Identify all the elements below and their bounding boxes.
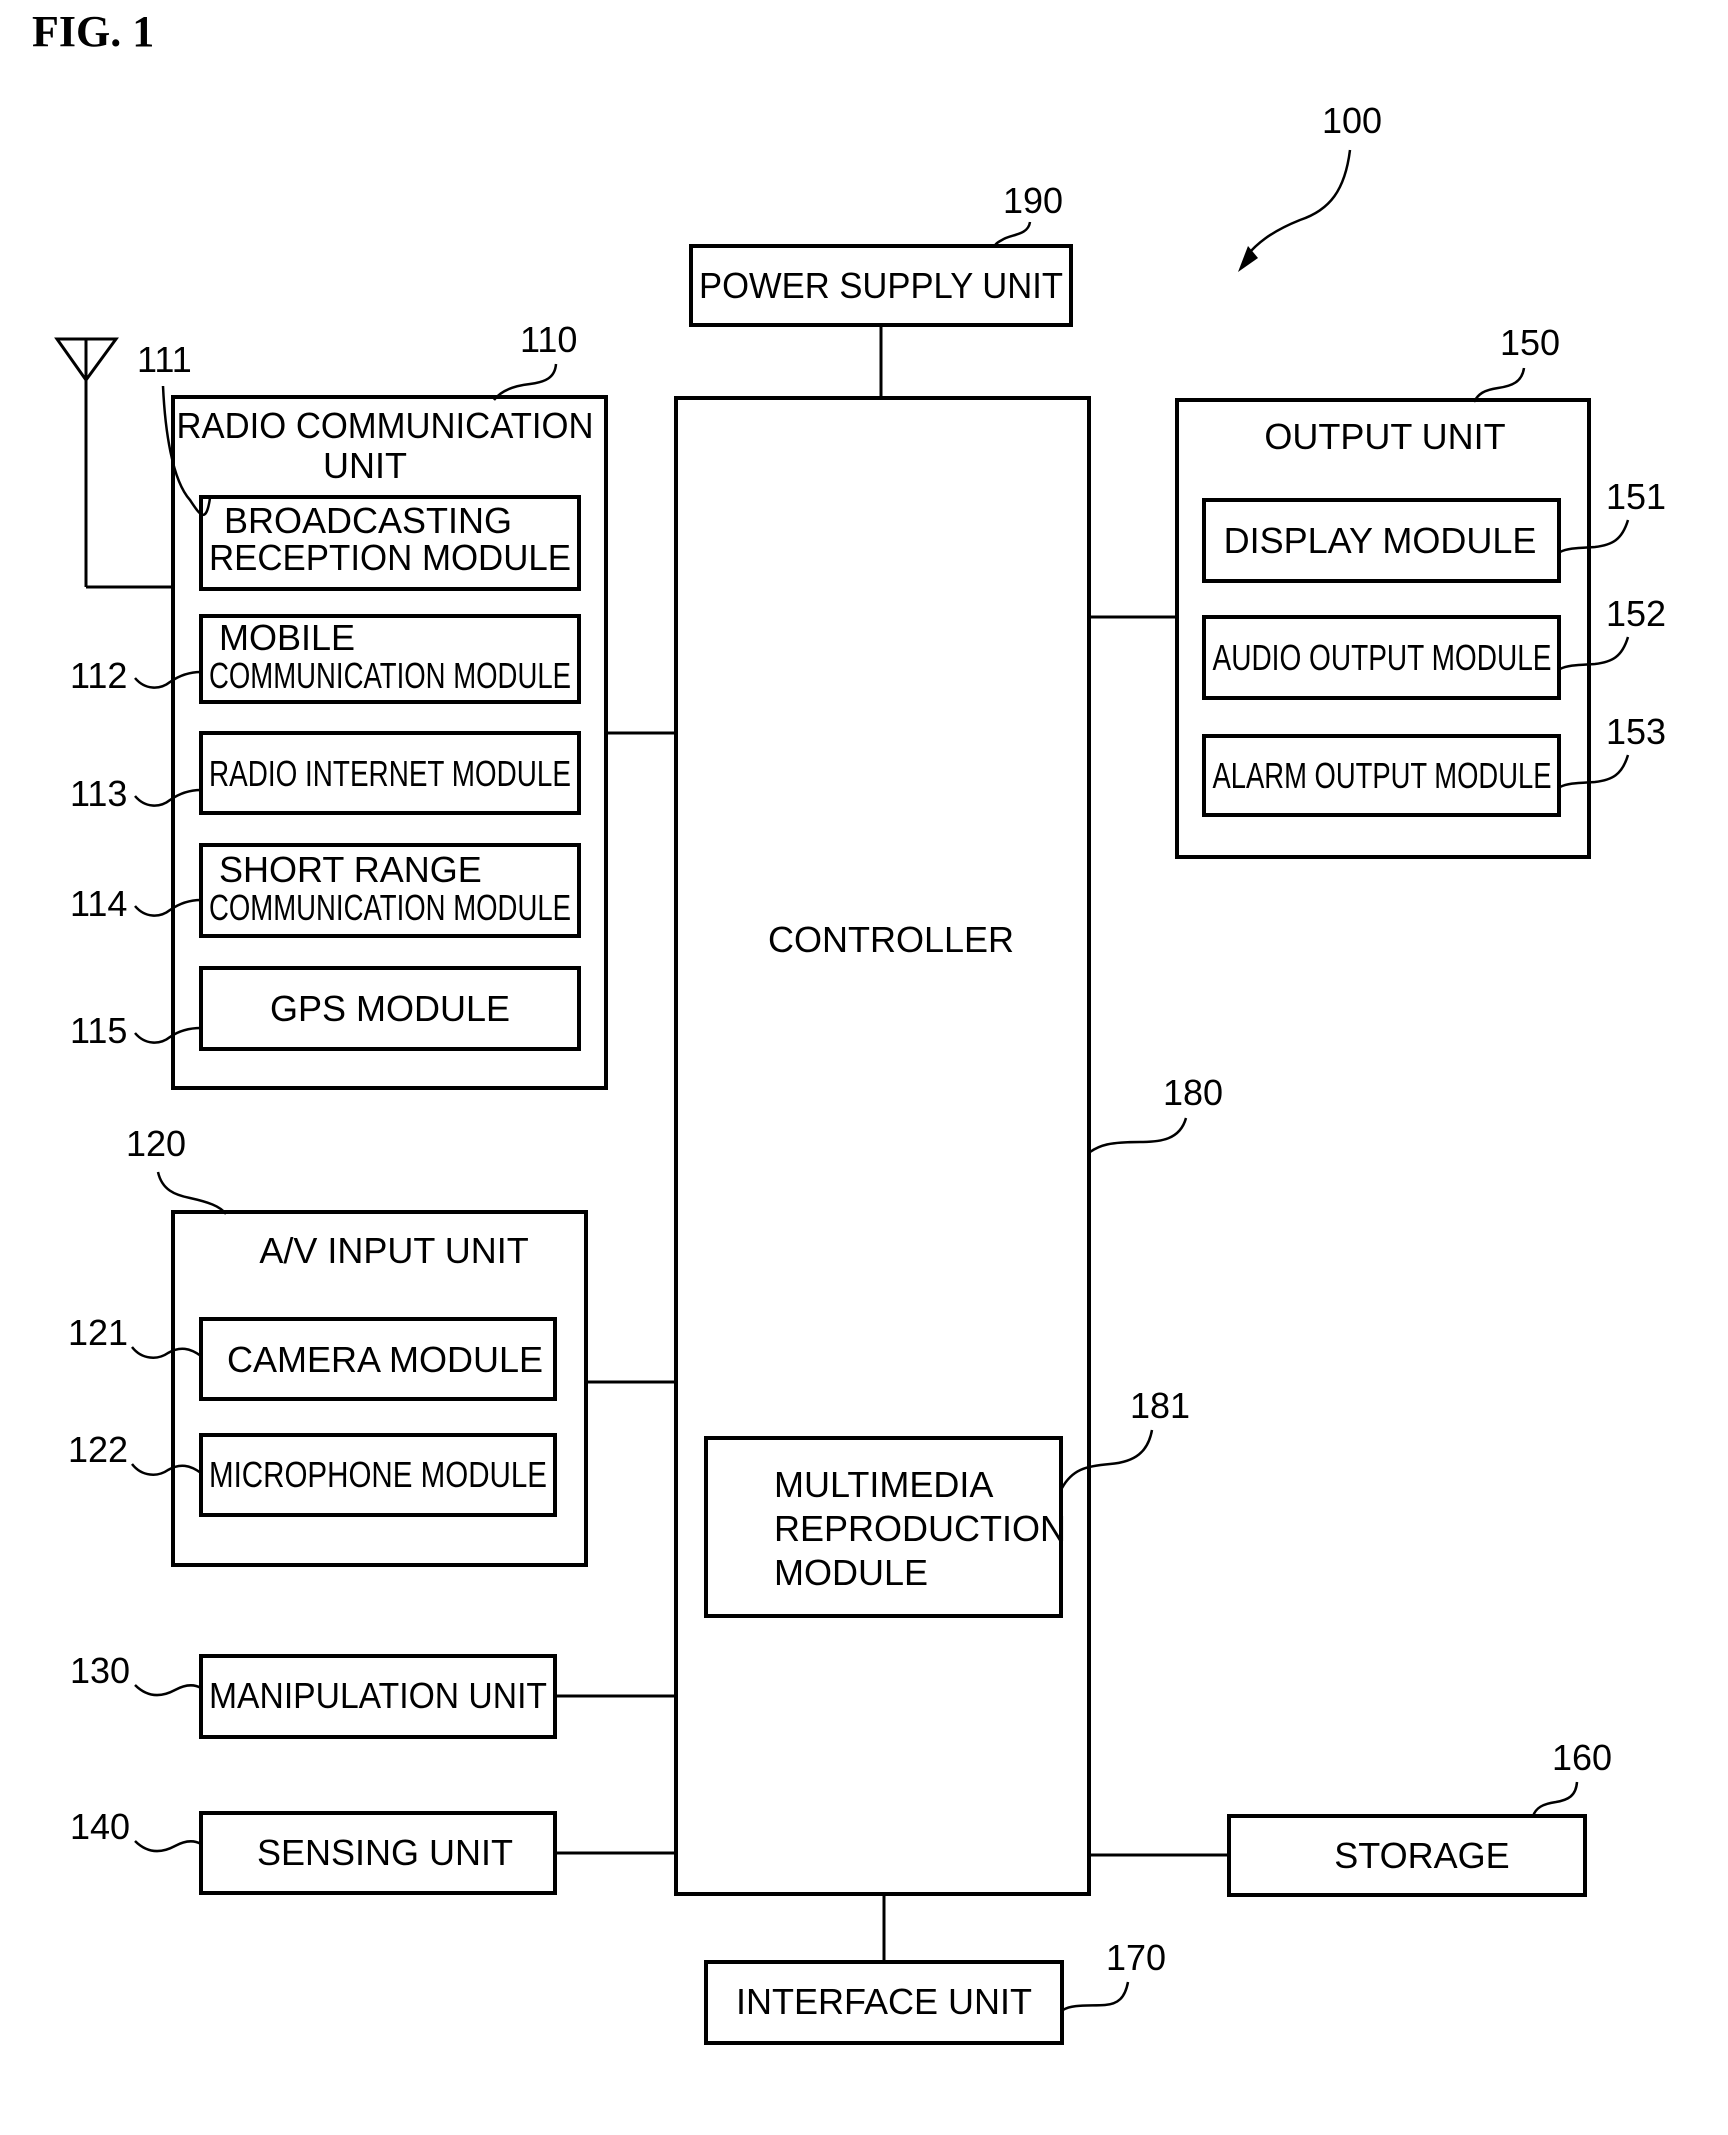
ref-110: 110 xyxy=(520,319,577,360)
leader-170 xyxy=(1062,1981,1130,2012)
mobile-communication-module: MOBILE COMMUNICATION MODULE xyxy=(199,614,581,704)
figure-title: FIG. 1 xyxy=(32,7,154,56)
controller: CONTROLLER xyxy=(674,396,1091,1896)
sensing-label: SENSING UNIT xyxy=(257,1832,513,1873)
leader-110 xyxy=(493,363,558,401)
short-range-label-line2: COMMUNICATION MODULE xyxy=(209,887,571,928)
alarm-output-module: ALARM OUTPUT MODULE xyxy=(1202,734,1561,817)
radio-comm-label-line2: UNIT xyxy=(323,445,407,486)
ref-160: 160 xyxy=(1552,1737,1612,1778)
arrow-head-icon xyxy=(1238,246,1258,272)
ref-112: 112 xyxy=(70,655,127,696)
ref-150: 150 xyxy=(1500,322,1560,363)
ref-152: 152 xyxy=(1606,593,1666,634)
av-input-label: A/V INPUT UNIT xyxy=(259,1230,528,1271)
camera-label: CAMERA MODULE xyxy=(227,1339,543,1380)
radio-internet-label: RADIO INTERNET MODULE xyxy=(209,753,571,794)
multimedia-label-line3: MODULE xyxy=(774,1552,928,1593)
device-arrow-line xyxy=(1244,149,1352,259)
radio-internet-module: RADIO INTERNET MODULE xyxy=(199,731,581,815)
microphone-module: MICROPHONE MODULE xyxy=(199,1433,557,1517)
multimedia-label-line2: REPRODUCTION xyxy=(774,1508,1066,1549)
manipulation-unit: MANIPULATION UNIT xyxy=(199,1654,557,1739)
controller-label: CONTROLLER xyxy=(768,919,1014,960)
leader-190 xyxy=(992,221,1032,248)
output-label: OUTPUT UNIT xyxy=(1264,416,1505,457)
ref-181: 181 xyxy=(1130,1385,1190,1426)
multimedia-label-line1: MULTIMEDIA xyxy=(774,1464,993,1505)
storage: STORAGE xyxy=(1227,1814,1587,1897)
mobile-label-line1: MOBILE xyxy=(219,617,355,658)
display-module: DISPLAY MODULE xyxy=(1202,498,1561,583)
gps-module: GPS MODULE xyxy=(199,966,581,1051)
gps-label: GPS MODULE xyxy=(270,988,510,1029)
power-supply-unit: POWER SUPPLY UNIT xyxy=(689,244,1073,327)
short-range-label-line1: SHORT RANGE xyxy=(219,849,482,890)
radio-comm-label-line1: RADIO COMMUNICATION xyxy=(177,405,594,446)
multimedia-reproduction-module: MULTIMEDIA REPRODUCTION MODULE xyxy=(704,1436,1066,1618)
camera-module: CAMERA MODULE xyxy=(199,1317,557,1401)
ref-122: 122 xyxy=(68,1429,128,1470)
mobile-label-line2: COMMUNICATION MODULE xyxy=(209,655,571,696)
ref-100: 100 xyxy=(1322,100,1382,141)
ref-113: 113 xyxy=(70,773,127,814)
manipulation-label: MANIPULATION UNIT xyxy=(209,1675,547,1716)
ref-153: 153 xyxy=(1606,711,1666,752)
short-range-communication-module: SHORT RANGE COMMUNICATION MODULE xyxy=(199,843,581,938)
storage-label: STORAGE xyxy=(1334,1835,1509,1876)
ref-180: 180 xyxy=(1163,1072,1223,1113)
ref-111: 111 xyxy=(137,339,192,380)
ref-114: 114 xyxy=(70,883,127,924)
interface-unit: INTERFACE UNIT xyxy=(704,1960,1064,2045)
broadcasting-label-line2: RECEPTION MODULE xyxy=(209,537,571,578)
ref-115: 115 xyxy=(70,1010,127,1051)
ref-121: 121 xyxy=(68,1312,128,1353)
broadcasting-label-line1: BROADCASTING xyxy=(224,500,512,541)
power-supply-label: POWER SUPPLY UNIT xyxy=(699,265,1063,306)
broadcasting-reception-module: BROADCASTING RECEPTION MODULE xyxy=(199,495,581,591)
audio-output-module: AUDIO OUTPUT MODULE xyxy=(1202,615,1561,700)
microphone-label: MICROPHONE MODULE xyxy=(209,1454,547,1495)
interface-label: INTERFACE UNIT xyxy=(736,1981,1032,2022)
ref-120: 120 xyxy=(126,1123,186,1164)
block-diagram: FIG. 1 100 POWER SUPPLY UNIT 190 CONTROL… xyxy=(32,7,1666,2045)
ref-170: 170 xyxy=(1106,1937,1166,1978)
leader-160 xyxy=(1531,1781,1579,1817)
display-label: DISPLAY MODULE xyxy=(1224,520,1537,561)
sensing-unit: SENSING UNIT xyxy=(199,1811,557,1895)
ref-190: 190 xyxy=(1003,180,1063,221)
leader-180 xyxy=(1089,1117,1188,1154)
audio-output-label: AUDIO OUTPUT MODULE xyxy=(1213,637,1552,678)
ref-151: 151 xyxy=(1606,476,1666,517)
leader-140 xyxy=(134,1840,202,1853)
leader-120 xyxy=(156,1171,227,1215)
leader-130 xyxy=(134,1684,202,1697)
ref-140: 140 xyxy=(70,1806,130,1847)
alarm-output-label: ALARM OUTPUT MODULE xyxy=(1213,755,1552,796)
ref-130: 130 xyxy=(70,1650,130,1691)
leader-150 xyxy=(1472,367,1526,403)
